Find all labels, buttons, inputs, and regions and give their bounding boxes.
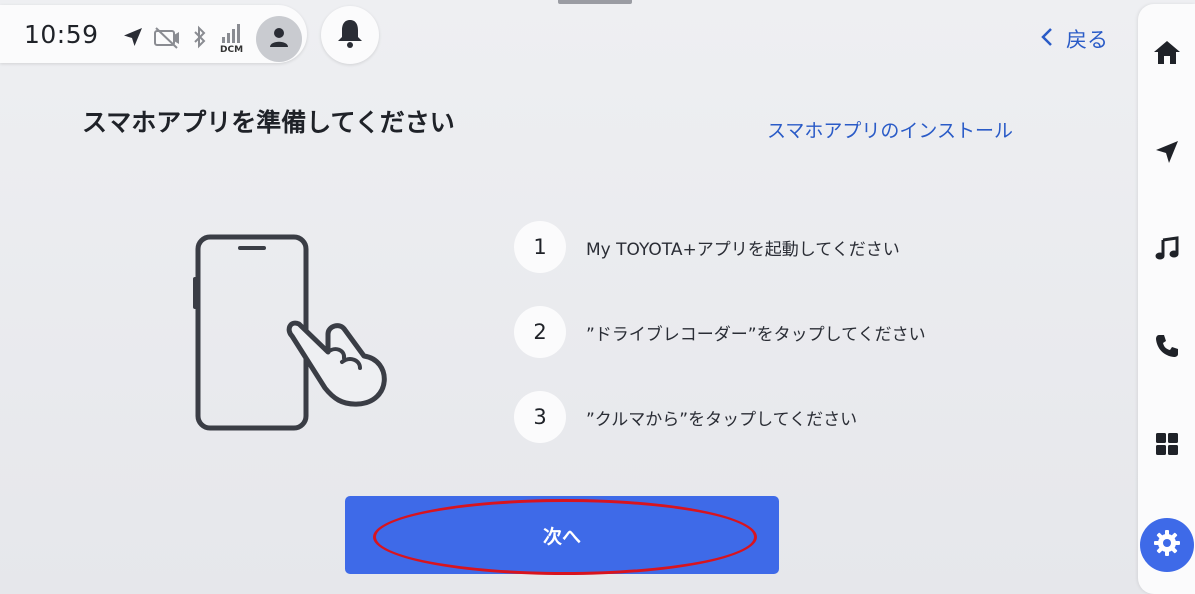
sidebar-item-navigation[interactable] (1138, 126, 1195, 182)
step-number: 2 (514, 306, 566, 358)
step-1: 1 My TOYOTA+アプリを起動してください (514, 221, 900, 273)
bluetooth-icon (192, 25, 208, 53)
sidebar-item-music[interactable] (1138, 223, 1195, 279)
user-avatar[interactable] (256, 16, 302, 62)
navigation-arrow-icon (121, 25, 145, 53)
install-app-link[interactable]: スマホアプリのインストール (767, 116, 1013, 143)
right-sidebar (1138, 4, 1195, 594)
step-text: My TOYOTA+アプリを起動してください (586, 239, 900, 260)
back-label: 戻る (1066, 28, 1108, 52)
settings-icon (1153, 529, 1181, 561)
bell-icon (335, 17, 365, 53)
step-text: ”クルマから”をタップしてください (586, 409, 858, 430)
sidebar-item-apps[interactable] (1138, 418, 1195, 474)
music-icon (1154, 236, 1180, 266)
status-bar[interactable]: 10:59 DCM (0, 5, 307, 63)
step-3: 3 ”クルマから”をタップしてください (514, 391, 857, 443)
next-button[interactable]: 次へ (345, 496, 779, 574)
step-text: ”ドライブレコーダー”をタップしてください (586, 324, 926, 345)
sidebar-item-home[interactable] (1138, 26, 1195, 82)
home-icon (1153, 39, 1181, 69)
sidebar-item-settings[interactable] (1140, 518, 1194, 572)
step-number: 3 (514, 391, 566, 443)
sidebar-item-phone[interactable] (1138, 320, 1195, 376)
navigation-icon (1154, 139, 1180, 169)
no-camera-icon (153, 25, 181, 53)
page-title: スマホアプリを準備してください (82, 108, 455, 137)
next-button-label: 次へ (542, 525, 581, 548)
back-button[interactable]: 戻る (1040, 24, 1108, 54)
phone-icon (1154, 333, 1180, 363)
dcm-label: DCM (220, 45, 244, 55)
notifications-button[interactable] (321, 6, 379, 64)
chevron-left-icon (1040, 27, 1054, 52)
clock-time: 10:59 (24, 20, 99, 49)
step-number: 1 (514, 221, 566, 273)
user-icon (268, 26, 290, 52)
pull-down-handle[interactable] (558, 0, 632, 4)
apps-grid-icon (1154, 431, 1180, 461)
screen: 10:59 DCM 戻る スマホアプリを準備してください スマホアプリのインスト… (0, 0, 1195, 594)
phone-tap-illustration (190, 232, 400, 441)
step-2: 2 ”ドライブレコーダー”をタップしてください (514, 306, 926, 358)
